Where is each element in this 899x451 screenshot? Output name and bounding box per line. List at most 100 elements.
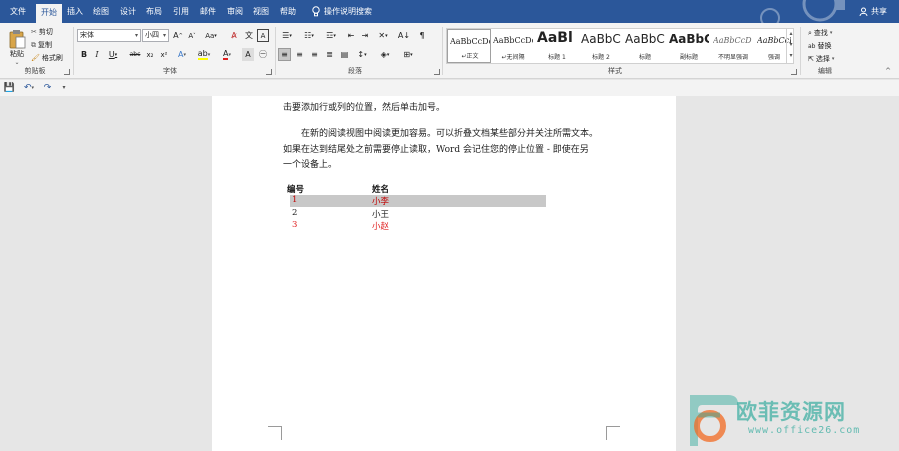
undo-icon[interactable]: ↶ ▾ [20,81,38,94]
table-cell-name[interactable]: 小赵 [372,220,389,232]
highlight-color-icon[interactable]: ab ▾ [196,48,212,61]
bold-button[interactable]: B [79,48,89,61]
character-border-icon[interactable]: A [257,29,269,42]
save-icon[interactable]: 💾 [4,82,15,93]
document-page[interactable]: 击要添加行或列的位置，然后单击加号。 在新的阅读视图中阅读更加容易。可以折叠文档… [212,96,676,451]
justify-icon[interactable]: ≣ [323,48,336,61]
align-center-icon[interactable]: ≡ [293,48,306,61]
style-preview: AaBbCcD [713,36,752,45]
style-title[interactable]: AaBbC 标题 [623,29,667,63]
tab-layout[interactable]: 布局 [143,0,165,23]
share-button[interactable]: 共享 [859,0,887,23]
change-case-button[interactable]: Aa ▾ [202,29,220,42]
table-cell-name[interactable]: 小李 [372,195,389,207]
numbering-icon[interactable]: ☷ ▾ [301,29,317,42]
italic-label: I [95,50,99,59]
align-right-icon[interactable]: ≡ [308,48,321,61]
styles-scroll[interactable]: ▴ ▾ ▾ [786,28,795,64]
character-shading-icon[interactable]: A [242,48,254,61]
font-size-combo[interactable]: 小四 ▾ [142,29,169,42]
tab-help[interactable]: 帮助 [277,0,299,23]
tell-me-search[interactable]: 操作说明搜索 [312,0,372,23]
paragraph-launcher-icon[interactable] [434,69,440,75]
editing-group-label: 编辑 [818,67,832,75]
strikethrough-button[interactable]: abc [128,48,142,61]
select-button[interactable]: ⇱ 选择 ▾ [808,54,834,64]
distributed-icon[interactable]: ▤ [338,48,351,61]
font-color-icon[interactable]: A ▾ [219,48,235,61]
replace-button[interactable]: ab 替换 [808,41,832,51]
person-icon [859,7,868,17]
phonetic-guide-icon[interactable]: 文 [243,29,255,42]
tell-me-label: 操作说明搜索 [324,7,372,16]
show-marks-icon[interactable]: ¶ [416,29,428,42]
tab-design[interactable]: 设计 [117,0,139,23]
decrease-indent-icon[interactable]: ⇤ [345,29,357,42]
text-effects-icon[interactable]: A ▾ [175,48,189,61]
tab-draw[interactable]: 绘图 [90,0,112,23]
underline-button[interactable]: U ▾ [105,48,121,61]
watermark-title: 欧菲资源网 [736,400,846,424]
tab-review[interactable]: 审阅 [224,0,246,23]
tab-insert[interactable]: 插入 [64,0,86,23]
customize-qat-icon[interactable]: ▾ [60,81,68,94]
line-spacing-icon[interactable]: ↕ ▾ [354,48,370,61]
menu-bar: 文件 开始 插入 绘图 设计 布局 引用 邮件 审阅 视图 帮助 操作说明搜索 … [0,0,899,23]
tab-home[interactable]: 开始 [36,4,62,23]
font-group-label: 字体 [163,67,177,75]
enclose-characters-icon[interactable]: ㊀ [257,48,269,61]
styles-gallery: AaBbCcDc ↵正文 AaBbCcDc ↵无间隔 AaBl 标题 1 AaB… [446,28,794,64]
style-name: ↵正文 [461,53,479,60]
font-name-combo[interactable]: 宋体 ▾ [77,29,141,42]
chinese-layout-icon[interactable]: ✕ ▾ [375,29,391,42]
font-launcher-icon[interactable] [266,69,272,75]
table-cell-id[interactable]: 1 [292,195,297,205]
format-painter-button[interactable]: 🖌 格式刷 [31,53,63,63]
grow-font-button[interactable]: A ^ [172,29,184,42]
superscript-label: x² [160,50,168,59]
chevron-down-icon: ▾ [134,32,138,39]
table-cell-id[interactable]: 2 [292,208,297,218]
chevron-down-icon: ▾ [162,32,166,39]
bullets-icon[interactable]: ☰ ▾ [279,29,295,42]
align-left-icon[interactable]: ≡ [278,48,291,61]
style-name: 不明显强调 [717,54,748,61]
collapse-ribbon-icon[interactable]: ^ [885,67,891,75]
table-header-id: 编号 [287,185,305,195]
style-normal[interactable]: AaBbCcDc ↵正文 [447,29,491,63]
style-subtitle[interactable]: AaBbC 副标题 [667,29,711,63]
styles-launcher-icon[interactable] [791,69,797,75]
style-subtle-emphasis[interactable]: AaBbCcD 不明显强调 [711,29,755,63]
shrink-font-button[interactable]: A ˅ [186,29,198,42]
redo-icon[interactable]: ↷ [42,81,53,94]
clear-formatting-icon[interactable]: A̷ [228,29,240,42]
subscript-button[interactable]: x₂ [144,48,156,61]
paste-label: 粘贴 [10,49,24,58]
italic-button[interactable]: I [92,48,102,61]
clipboard-launcher-icon[interactable] [64,69,70,75]
shading-icon[interactable]: ◈ ▾ [377,48,393,61]
borders-icon[interactable]: ⊞ ▾ [400,48,416,61]
subscript-label: x₂ [146,50,154,59]
brush-icon: 🖌 [31,54,40,62]
style-name: 副标题 [679,54,698,61]
tab-references[interactable]: 引用 [170,0,192,23]
sort-icon[interactable]: A↓ [396,29,412,42]
cut-button[interactable]: ✂ 剪切 [31,27,53,37]
copy-button[interactable]: ⧉ 复制 [31,40,52,50]
tab-file[interactable]: 文件 [4,0,32,23]
increase-indent-icon[interactable]: ⇥ [359,29,371,42]
table-cell-id[interactable]: 3 [292,220,297,230]
table-cell-name[interactable]: 小王 [372,208,389,220]
style-heading-2[interactable]: AaBbC 标题 2 [579,29,623,63]
quick-access-toolbar: 💾 ↶ ▾ ↷ ▾ [0,80,899,96]
find-button[interactable]: ⌕ 查找 ▾ [808,28,832,38]
multilevel-list-icon[interactable]: ☲ ▾ [323,29,339,42]
paste-button[interactable]: 粘贴 ⌄ [6,27,28,67]
style-heading-1[interactable]: AaBl 标题 1 [535,29,579,63]
style-no-spacing[interactable]: AaBbCcDc ↵无间隔 [491,29,535,63]
tab-mailings[interactable]: 邮件 [197,0,219,23]
word-window: 文件 开始 插入 绘图 设计 布局 引用 邮件 审阅 视图 帮助 操作说明搜索 … [0,0,899,451]
tab-view[interactable]: 视图 [250,0,272,23]
superscript-button[interactable]: x² [158,48,170,61]
